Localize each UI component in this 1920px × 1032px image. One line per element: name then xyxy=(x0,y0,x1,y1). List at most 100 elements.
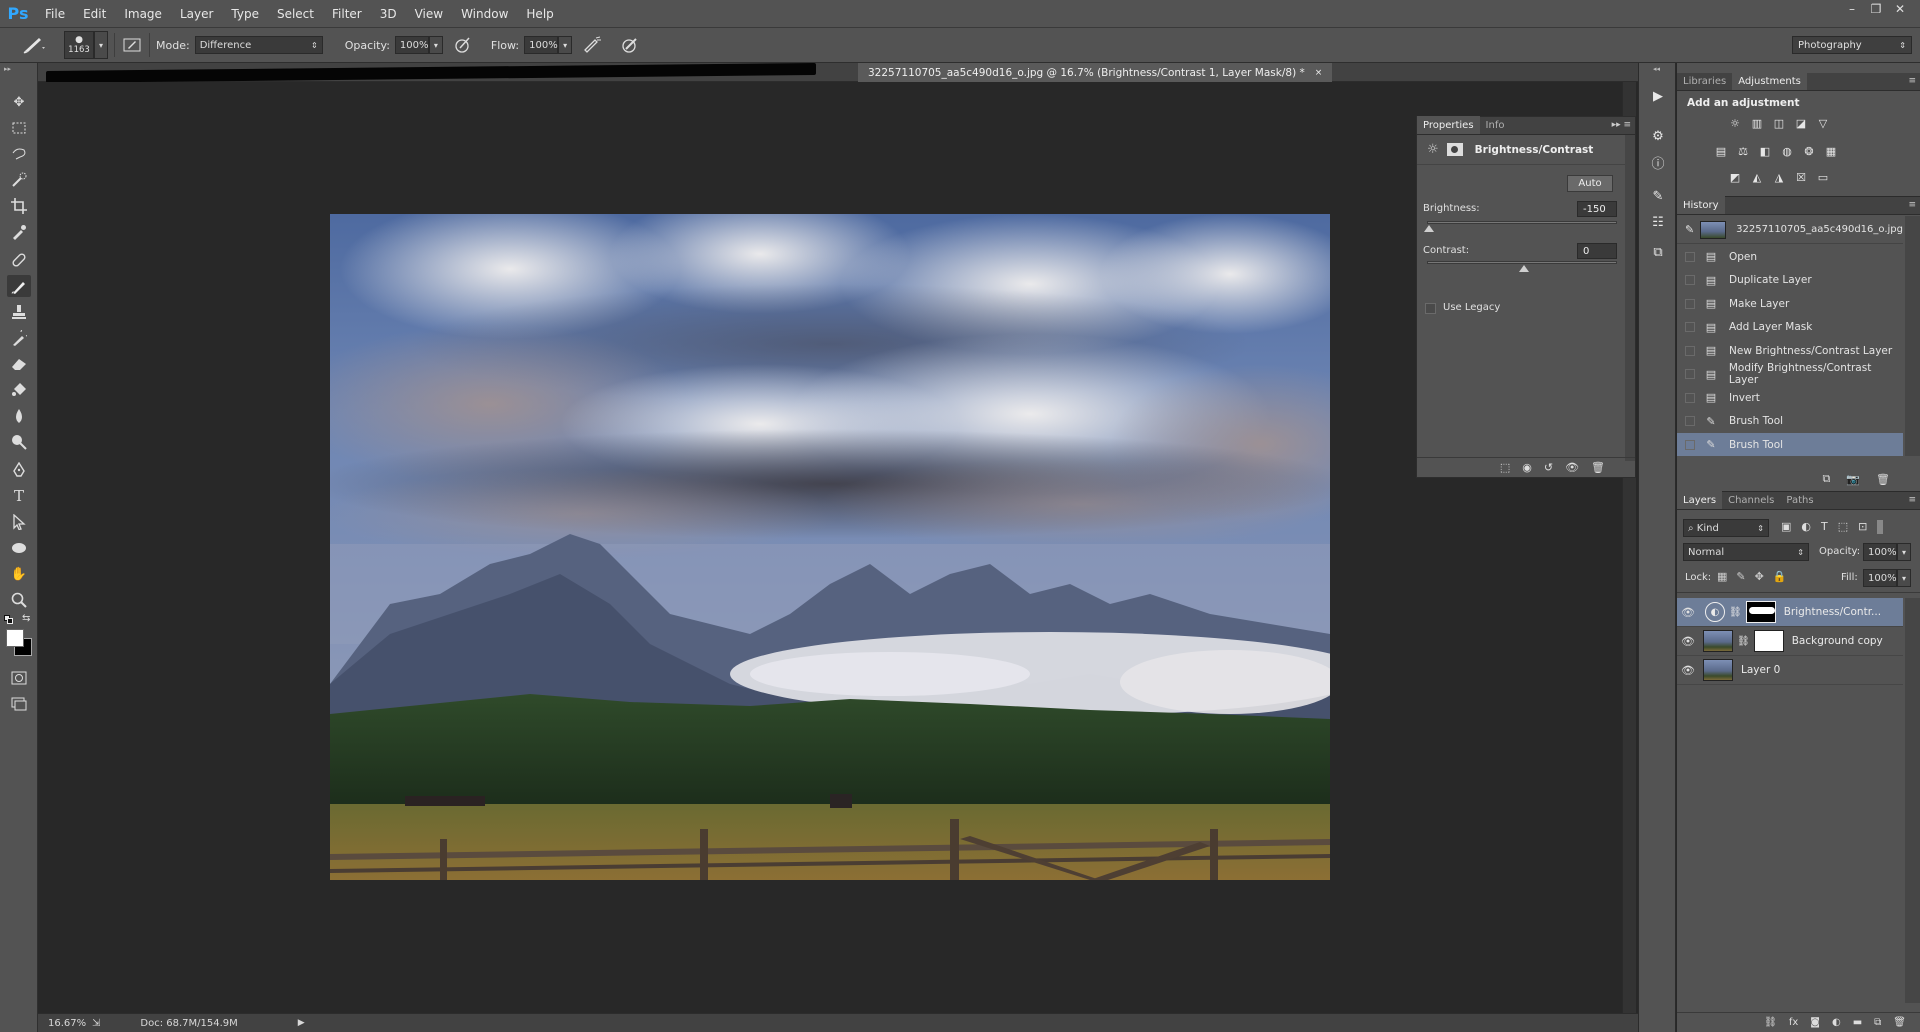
path-selection-tool-icon[interactable] xyxy=(7,511,31,533)
history-scrollbar[interactable] xyxy=(1905,216,1920,456)
contrast-field[interactable]: 0 xyxy=(1577,243,1617,259)
screen-mode-icon[interactable] xyxy=(7,693,31,715)
levels-icon[interactable]: ▥ xyxy=(1749,115,1765,131)
clone-stamp-tool-icon[interactable] xyxy=(7,301,31,323)
snapshot-camera-icon[interactable]: 📷 xyxy=(1846,473,1860,486)
properties-scrollbar[interactable] xyxy=(1625,135,1635,461)
foreground-color-swatch[interactable] xyxy=(6,629,24,647)
panel-menu-icon[interactable]: ▸▸ ≡ xyxy=(1612,120,1631,130)
history-source-checkbox[interactable] xyxy=(1685,251,1695,262)
hand-tool-icon[interactable]: ✋ xyxy=(7,563,31,585)
history-brush-tool-icon[interactable] xyxy=(7,327,31,349)
menu-3d[interactable]: 3D xyxy=(371,7,406,21)
panel-menu-icon[interactable]: ≡ xyxy=(1908,200,1916,210)
brush-size-dropdown-arrow[interactable]: ▾ xyxy=(94,31,108,59)
blur-tool-icon[interactable] xyxy=(7,405,31,427)
trash-icon[interactable]: 🗑 xyxy=(1893,1017,1906,1028)
status-menu-arrow-icon[interactable]: ▶ xyxy=(298,1018,305,1028)
menu-help[interactable]: Help xyxy=(517,7,562,21)
properties-panel-icon[interactable]: ⚙ xyxy=(1646,125,1670,147)
brush-presets-icon[interactable]: ✎ xyxy=(1646,185,1670,207)
eyedropper-tool-icon[interactable] xyxy=(7,221,31,243)
layer-mask-icon[interactable] xyxy=(1446,143,1463,156)
history-item[interactable]: ✎ Brush Tool xyxy=(1677,410,1903,433)
brush-panel-toggle-icon[interactable] xyxy=(121,34,143,56)
minimize-button[interactable]: – xyxy=(1840,0,1864,18)
brightness-contrast-icon[interactable]: ☼ xyxy=(1727,115,1743,131)
layers-scrollbar[interactable] xyxy=(1905,598,1920,1003)
marquee-tool-icon[interactable] xyxy=(7,117,31,139)
layer-row-background-copy[interactable]: 👁 ⛓ Background copy xyxy=(1677,627,1903,656)
auto-button[interactable]: Auto xyxy=(1567,175,1613,192)
history-source-checkbox[interactable] xyxy=(1685,298,1695,309)
layer-mask-thumb[interactable] xyxy=(1753,630,1784,652)
swap-colors-icon[interactable]: ⇆ xyxy=(22,613,30,624)
document-tab-close-icon[interactable]: × xyxy=(1315,68,1323,78)
history-item[interactable]: ▤ Open xyxy=(1677,245,1903,268)
layer-filter-kind-select[interactable]: ⌕ Kind ⇕ xyxy=(1683,519,1769,537)
layer-row-layer-0[interactable]: 👁 Layer 0 xyxy=(1677,656,1903,685)
default-colors-icon[interactable] xyxy=(4,615,14,625)
brightness-slider-track[interactable] xyxy=(1427,221,1617,224)
contrast-slider-track[interactable] xyxy=(1427,261,1617,264)
history-item[interactable]: ▤ Duplicate Layer xyxy=(1677,269,1903,292)
contrast-slider-thumb[interactable] xyxy=(1519,265,1529,272)
color-balance-icon[interactable]: ⚖ xyxy=(1735,143,1751,159)
blend-mode-select[interactable]: Normal ⇕ xyxy=(1683,543,1809,561)
panel-menu-icon[interactable]: ≡ xyxy=(1908,495,1916,505)
new-layer-icon[interactable]: ⧉ xyxy=(1874,1017,1881,1028)
menu-view[interactable]: View xyxy=(406,7,452,21)
actions-play-icon[interactable]: ▶ xyxy=(1646,85,1670,107)
history-source-checkbox[interactable] xyxy=(1685,275,1695,285)
history-source-checkbox[interactable] xyxy=(1685,322,1695,332)
layer-name[interactable]: Layer 0 xyxy=(1741,664,1780,676)
layer-row-brightness-contrast[interactable]: 👁 ◐ ⛓ Brightness/Contr... xyxy=(1677,598,1903,627)
restore-button[interactable]: ❐ xyxy=(1864,0,1888,18)
tab-history[interactable]: History xyxy=(1677,196,1725,214)
history-item[interactable]: ✎ Brush Tool xyxy=(1677,433,1903,456)
lock-image-icon[interactable]: ✎ xyxy=(1736,570,1745,583)
ellipse-tool-icon[interactable] xyxy=(7,537,31,559)
black-white-icon[interactable]: ◧ xyxy=(1757,143,1773,159)
filter-toggle-icon[interactable] xyxy=(1877,520,1884,534)
history-source-checkbox[interactable] xyxy=(1685,369,1695,379)
move-tool-icon[interactable]: ✥ xyxy=(7,91,31,113)
history-item[interactable]: ▤ Add Layer Mask xyxy=(1677,316,1903,339)
layer-mask-thumb[interactable] xyxy=(1745,601,1776,623)
exposure-icon[interactable]: ◪ xyxy=(1793,115,1809,131)
tab-adjustments[interactable]: Adjustments xyxy=(1732,72,1807,90)
add-mask-icon[interactable]: ◙ xyxy=(1810,1017,1820,1028)
history-item[interactable]: ▤ Make Layer xyxy=(1677,292,1903,315)
tab-info[interactable]: Info xyxy=(1480,116,1511,134)
mode-select[interactable]: Difference ⇕ xyxy=(194,36,323,54)
dock-collapse-grip[interactable]: ◂◂ xyxy=(1653,65,1660,73)
adjustment-filter-icon[interactable]: ◐ xyxy=(1801,520,1811,534)
clone-source-icon[interactable]: ⧉ xyxy=(1646,241,1670,263)
new-document-from-state-icon[interactable]: ⧉ xyxy=(1822,472,1830,486)
curves-icon[interactable]: ◫ xyxy=(1771,115,1787,131)
layer-style-fx-icon[interactable]: fx xyxy=(1789,1017,1798,1028)
pressure-size-icon[interactable] xyxy=(616,34,644,56)
menu-layer[interactable]: Layer xyxy=(171,7,222,21)
brush-tool-icon[interactable] xyxy=(7,275,31,297)
brush-size-picker[interactable]: ● 1163 xyxy=(64,31,94,59)
layer-visibility-eye-icon[interactable]: 👁 xyxy=(1677,635,1699,648)
type-filter-icon[interactable]: T xyxy=(1821,520,1828,534)
layer-opacity-field[interactable]: 100% xyxy=(1863,543,1897,561)
invert-icon[interactable]: ◩ xyxy=(1727,169,1743,185)
eraser-tool-icon[interactable] xyxy=(7,353,31,375)
brightness-slider-thumb[interactable] xyxy=(1424,225,1434,232)
menu-type[interactable]: Type xyxy=(222,7,268,21)
crop-tool-icon[interactable] xyxy=(7,195,31,217)
document-tab[interactable]: 32257110705_aa5c490d16_o.jpg @ 16.7% (Br… xyxy=(858,63,1333,82)
clip-to-layer-icon[interactable]: ⬚ xyxy=(1500,461,1510,474)
menu-edit[interactable]: Edit xyxy=(74,7,115,21)
brush-settings-icon[interactable]: ☷ xyxy=(1646,211,1670,233)
link-layers-icon[interactable]: ⛓ xyxy=(1764,1017,1777,1028)
brightness-field[interactable]: -150 xyxy=(1577,201,1617,217)
opacity-dropdown-arrow[interactable]: ▾ xyxy=(428,36,443,54)
close-button[interactable]: ✕ xyxy=(1888,0,1912,18)
lock-transparent-icon[interactable]: ▦ xyxy=(1717,570,1727,583)
tab-layers[interactable]: Layers xyxy=(1677,491,1723,509)
view-previous-icon[interactable]: ◉ xyxy=(1522,461,1532,474)
